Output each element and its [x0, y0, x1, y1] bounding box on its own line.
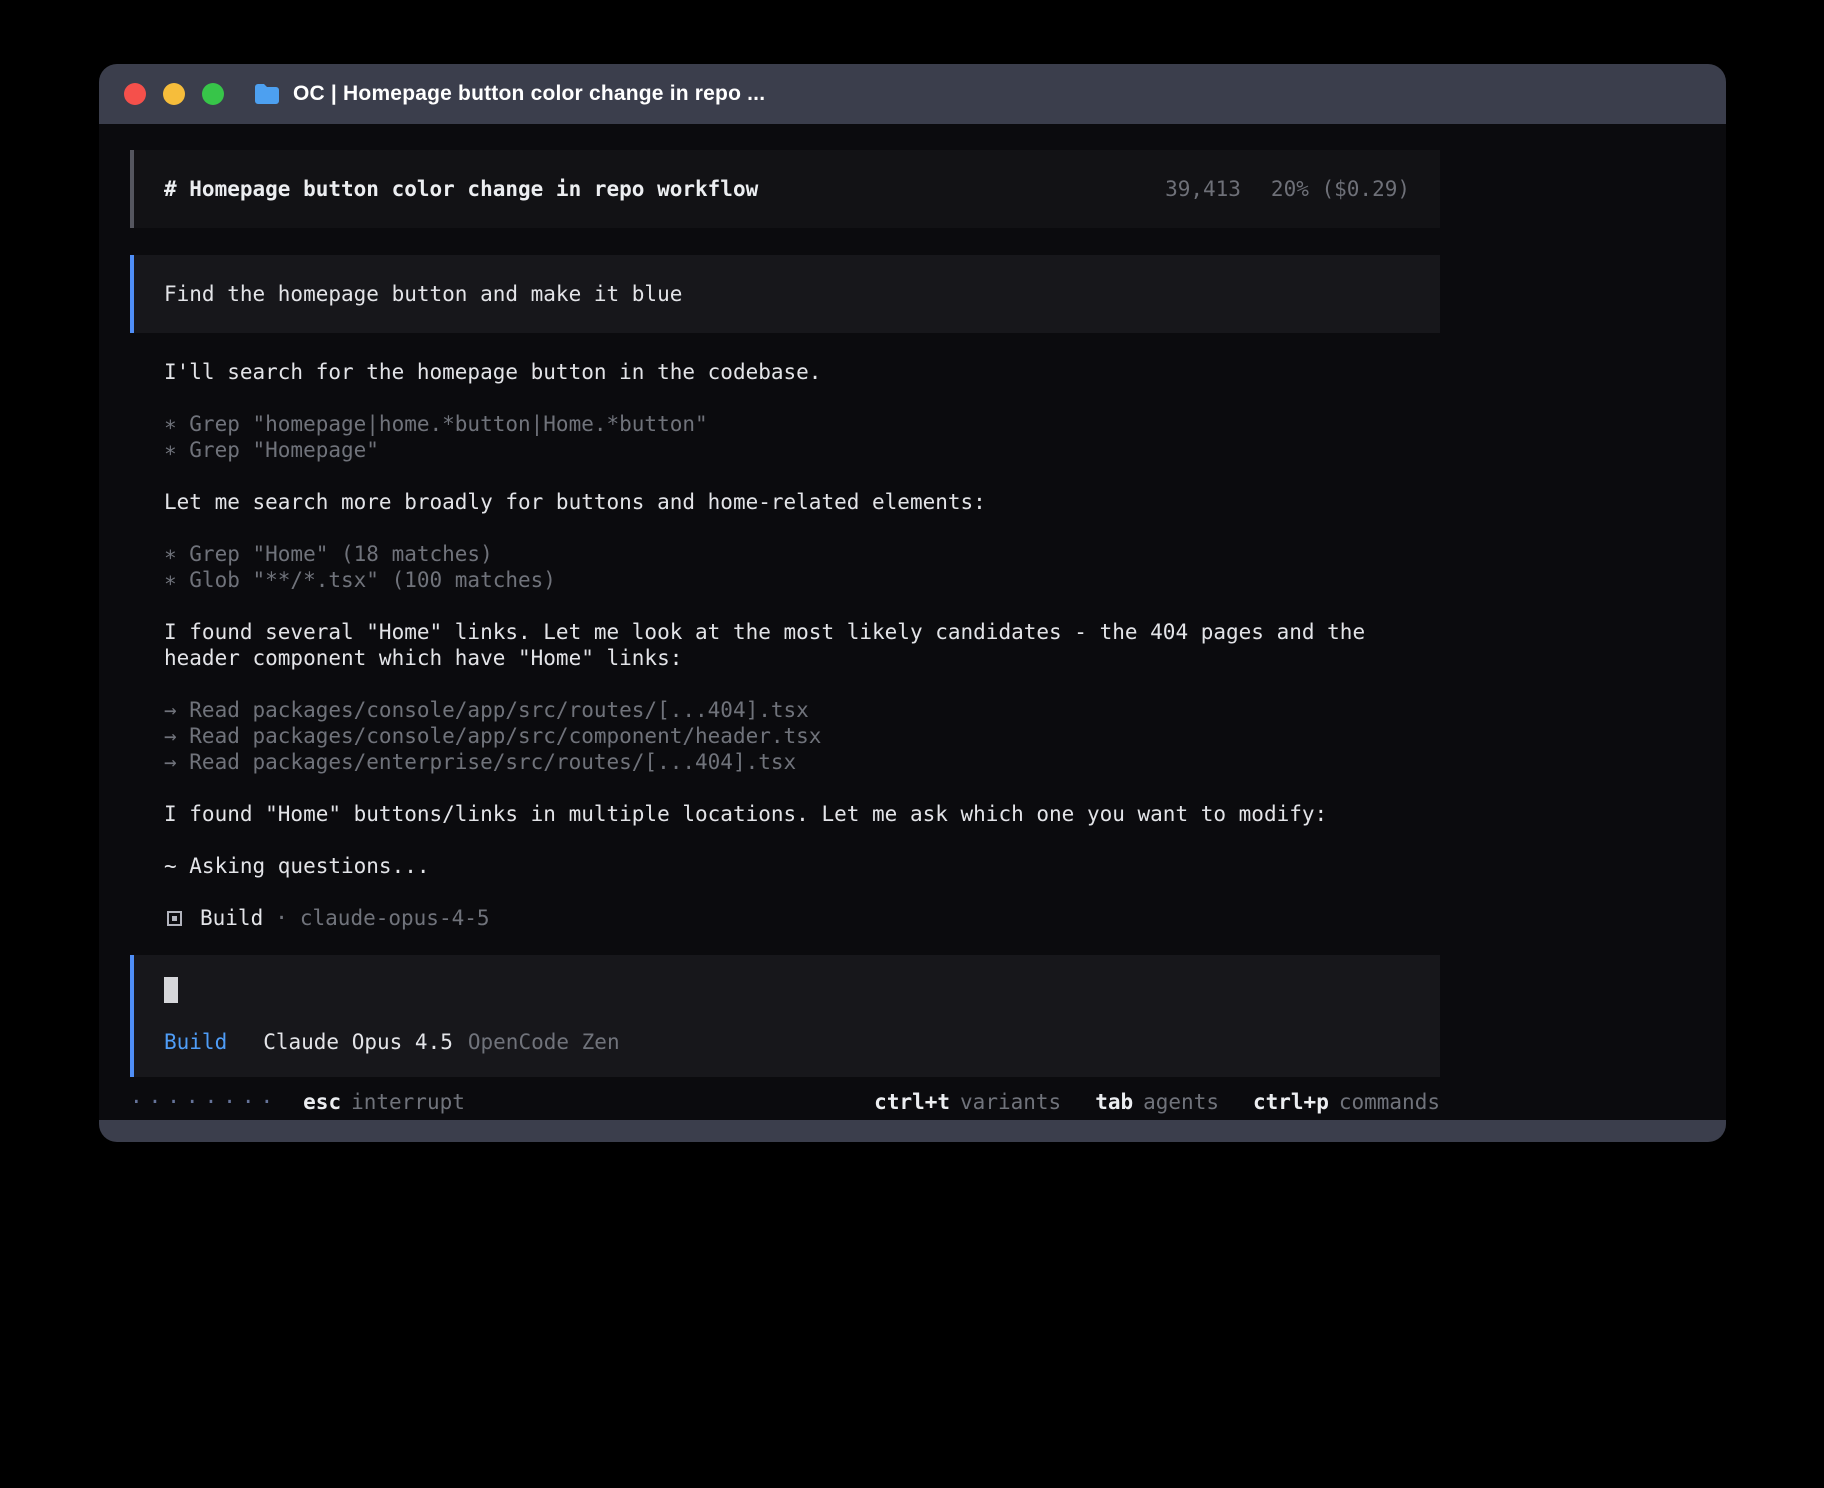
ctrl-t-key: ctrl+t	[874, 1088, 950, 1116]
hint-interrupt: esc interrupt	[303, 1088, 465, 1116]
tool-call-read: → Read packages/console/app/src/routes/[…	[164, 697, 1440, 723]
status-right: ctrl+t variants tab agents ctrl+p comman…	[874, 1088, 1440, 1116]
assistant-text: I'll search for the homepage button in t…	[164, 359, 1440, 385]
window-title-group: OC | Homepage button color change in rep…	[254, 82, 765, 106]
mode-indicator[interactable]: Build	[164, 1029, 227, 1055]
esc-key-label: interrupt	[351, 1088, 465, 1116]
user-message: Find the homepage button and make it blu…	[130, 255, 1440, 333]
build-square-icon	[167, 911, 182, 926]
tab-label: agents	[1143, 1088, 1219, 1116]
tool-call-read: → Read packages/console/app/src/componen…	[164, 723, 1440, 749]
assistant-text: Let me search more broadly for buttons a…	[164, 489, 1440, 515]
spinner-dots-icon: ········	[130, 1088, 279, 1116]
tool-call-grep: ∗ Grep "Homepage"	[164, 437, 1440, 463]
session-header: # Homepage button color change in repo w…	[130, 150, 1440, 228]
session-stats: 39,413 20% ($0.29)	[1165, 176, 1410, 202]
hint-variants: ctrl+t variants	[874, 1088, 1061, 1116]
terminal-content: # Homepage button color change in repo w…	[99, 124, 1726, 1120]
tool-call-glob: ∗ Glob "**/*.tsx" (100 matches)	[164, 567, 1440, 593]
terminal-window: OC | Homepage button color change in rep…	[99, 64, 1726, 1142]
model-name[interactable]: Claude Opus 4.5	[263, 1029, 453, 1055]
tool-call-grep: ∗ Grep "homepage|home.*button|Home.*butt…	[164, 411, 1440, 437]
hint-agents: tab agents	[1095, 1088, 1219, 1116]
assistant-text: I found several "Home" links. Let me loo…	[164, 619, 1404, 671]
agent-status-line: Build · claude-opus-4-5	[164, 905, 1440, 931]
titlebar: OC | Homepage button color change in rep…	[99, 64, 1726, 124]
window-bottom-edge	[99, 1120, 1726, 1142]
text-cursor	[164, 977, 178, 1003]
close-window-button[interactable]	[124, 83, 146, 105]
status-bar: ········ esc interrupt ctrl+t variants t…	[130, 1088, 1440, 1116]
window-controls	[124, 83, 224, 105]
hint-commands: ctrl+p commands	[1253, 1088, 1440, 1116]
user-message-text: Find the homepage button and make it blu…	[164, 282, 682, 306]
input-meta: Build Claude Opus 4.5 OpenCode Zen	[164, 1029, 1410, 1055]
assistant-text: I found "Home" buttons/links in multiple…	[164, 801, 1440, 827]
assistant-response: I'll search for the homepage button in t…	[130, 333, 1440, 931]
ctrl-p-key: ctrl+p	[1253, 1088, 1329, 1116]
ctrl-p-label: commands	[1339, 1088, 1440, 1116]
model-provider: OpenCode Zen	[468, 1029, 620, 1055]
prompt-input[interactable]: Build Claude Opus 4.5 OpenCode Zen	[130, 955, 1440, 1077]
agent-name: Build	[200, 905, 263, 931]
separator-dot: ·	[275, 905, 288, 931]
session-title: # Homepage button color change in repo w…	[164, 176, 758, 202]
minimize-window-button[interactable]	[163, 83, 185, 105]
esc-key: esc	[303, 1088, 341, 1116]
tool-call-read: → Read packages/enterprise/src/routes/[.…	[164, 749, 1440, 775]
zoom-window-button[interactable]	[202, 83, 224, 105]
tab-key: tab	[1095, 1088, 1133, 1116]
status-left: ········ esc interrupt	[130, 1088, 465, 1116]
tool-call-grep: ∗ Grep "Home" (18 matches)	[164, 541, 1440, 567]
ctrl-t-label: variants	[960, 1088, 1061, 1116]
agent-model: claude-opus-4-5	[300, 905, 490, 931]
status-asking-questions: ~ Asking questions...	[164, 853, 1440, 879]
context-usage: 20% ($0.29)	[1271, 176, 1410, 202]
window-title: OC | Homepage button color change in rep…	[293, 82, 765, 106]
folder-icon	[254, 83, 280, 105]
token-count: 39,413	[1165, 176, 1241, 202]
